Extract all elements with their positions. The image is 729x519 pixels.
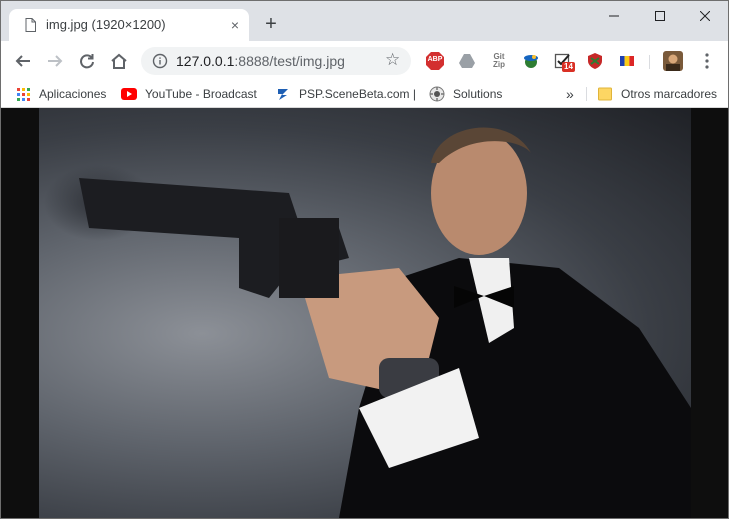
browser-window: img.jpg (1920×1200) × + 127.0.0.1:8888/t…	[0, 0, 729, 519]
pspscenebeta-icon	[275, 86, 291, 102]
other-bookmarks[interactable]: Otros marcadores	[597, 85, 717, 103]
address-bar[interactable]: 127.0.0.1:8888/test/img.jpg ☆	[141, 47, 411, 75]
drive-triangle-shape	[459, 54, 475, 68]
more-vert-icon	[705, 53, 709, 69]
home-button[interactable]	[107, 49, 131, 73]
chevron-double-right-icon: »	[566, 86, 574, 102]
tab-strip: img.jpg (1920×1200) × +	[1, 1, 728, 41]
tricolor-flag-shape	[620, 56, 634, 66]
bookmark-label: Solutions	[453, 87, 503, 101]
maximize-icon	[655, 11, 665, 21]
bookmarks-bar: Aplicaciones YouTube - Broadcast PSP.Sce…	[1, 81, 728, 108]
abp-label: ABP	[427, 56, 443, 63]
maximize-button[interactable]	[637, 1, 683, 31]
bookmark-label: YouTube - Broadcast	[145, 87, 257, 101]
toolbar: 127.0.0.1:8888/test/img.jpg ☆ ABP Git Zi…	[1, 41, 728, 81]
minimize-button[interactable]	[591, 1, 637, 31]
reload-button[interactable]	[75, 49, 99, 73]
page-viewport	[1, 108, 728, 518]
youtube-icon	[121, 86, 137, 102]
gitzip-label: Git Zip	[493, 52, 505, 69]
displayed-image[interactable]	[39, 108, 691, 518]
bookmark-youtube[interactable]: YouTube - Broadcast	[121, 85, 257, 103]
photo-illustration	[44, 127, 691, 518]
home-icon	[111, 53, 127, 69]
bookmark-aplicaciones[interactable]: Aplicaciones	[15, 85, 106, 103]
bookmark-solutions[interactable]: Solutions	[429, 85, 502, 103]
new-tab-button[interactable]: +	[261, 14, 281, 34]
extension-shield-icon[interactable]	[585, 51, 605, 71]
close-window-button[interactable]	[682, 1, 728, 31]
url-path: :8888/test/img.jpg	[234, 53, 345, 69]
menu-button[interactable]	[695, 49, 719, 73]
apps-grid-icon	[15, 86, 31, 102]
minimize-icon	[609, 15, 619, 17]
reload-icon	[80, 54, 94, 69]
tab-close-icon[interactable]: ×	[227, 17, 243, 33]
bookmarks-overflow-button[interactable]: »	[566, 85, 574, 103]
tab-title: img.jpg (1920×1200)	[46, 17, 166, 32]
toolbar-separator	[649, 55, 650, 69]
info-icon[interactable]	[152, 53, 168, 69]
flag-extension-icon[interactable]	[617, 51, 637, 71]
bookmark-label: PSP.SceneBeta.com |	[299, 87, 416, 101]
todo-checkbox-icon[interactable]: 14	[553, 51, 575, 72]
document-icon	[25, 18, 36, 32]
folder-icon	[597, 86, 613, 102]
bookmark-star-icon[interactable]: ☆	[385, 50, 400, 70]
profile-avatar[interactable]	[663, 51, 683, 71]
back-button[interactable]	[11, 49, 35, 73]
solutions-icon	[429, 86, 445, 102]
adblock-plus-icon[interactable]: ABP	[425, 51, 445, 71]
extension-globe-icon[interactable]	[521, 51, 541, 71]
url-text[interactable]: 127.0.0.1:8888/test/img.jpg	[176, 53, 345, 69]
avatar-icon	[663, 51, 683, 71]
gitzip-icon[interactable]: Git Zip	[489, 51, 509, 71]
globe-shape	[524, 55, 538, 68]
forward-button[interactable]	[43, 49, 67, 73]
shield-shape	[588, 53, 602, 69]
google-drive-icon[interactable]	[457, 51, 477, 71]
back-arrow-icon	[15, 55, 30, 67]
bookmarks-separator	[586, 87, 587, 101]
notification-badge: 14	[562, 62, 575, 72]
other-bookmarks-label: Otros marcadores	[621, 87, 718, 101]
bookmark-label: Aplicaciones	[39, 87, 107, 101]
active-tab[interactable]: img.jpg (1920×1200) ×	[9, 9, 249, 41]
bookmark-pspscenebeta[interactable]: PSP.SceneBeta.com |	[275, 85, 416, 103]
forward-arrow-icon	[48, 55, 63, 67]
close-icon	[700, 11, 710, 21]
url-host: 127.0.0.1	[176, 53, 235, 69]
